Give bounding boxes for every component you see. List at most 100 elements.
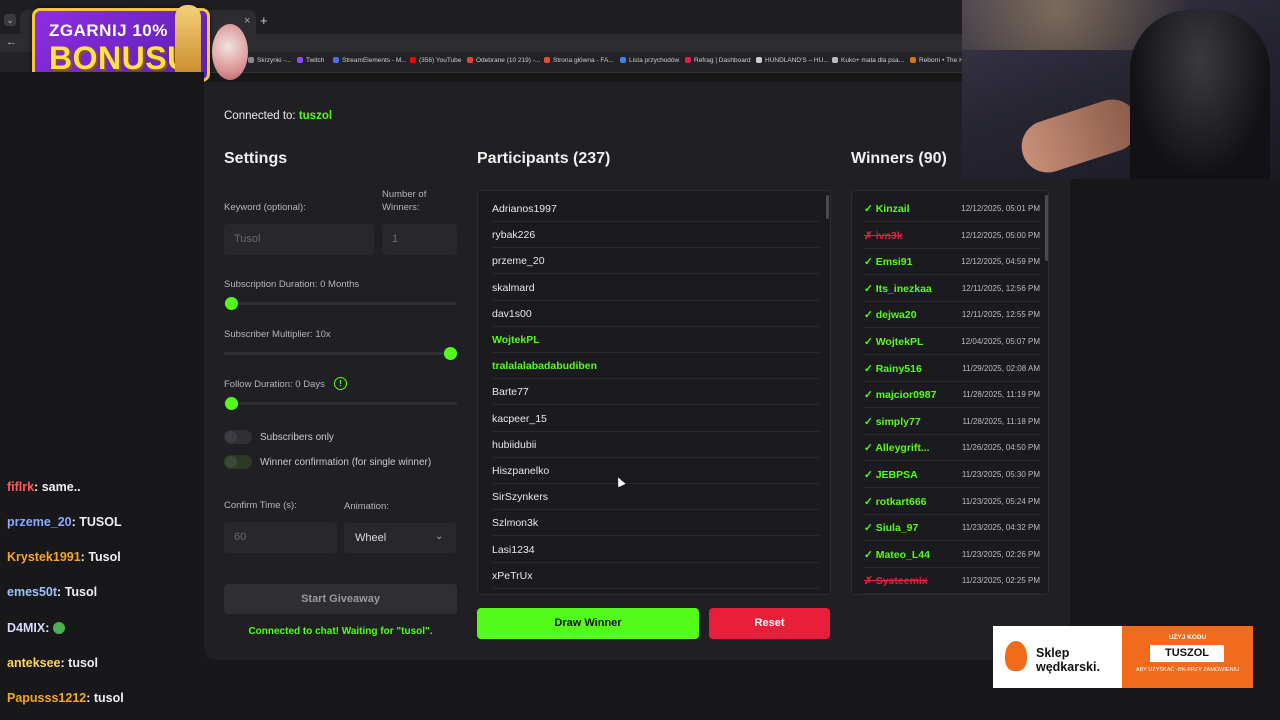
bookmark-item[interactable]: HUNDLAND'S – HU... [756,57,829,64]
winner-name: ✓ WojtekPL [864,336,924,348]
sub-duration-slider-handle[interactable] [225,297,238,310]
chat-username: Krystek1991 [7,550,81,564]
bookmark-item[interactable]: Reborn • The Ho [910,57,967,64]
participant-row: WojtekPL [492,327,819,353]
emote-icon [52,622,65,634]
sub-multiplier-slider[interactable] [224,352,457,355]
winner-row: ✓ simply77 11/28/2025, 11:18 PM [864,409,1040,435]
draw-winner-button[interactable]: Draw Winner [477,608,699,639]
bookmark-item[interactable]: Lista przychodów [620,57,679,64]
back-arrow-icon[interactable]: ← [6,36,17,48]
chat-text: Tusol [88,550,121,564]
participant-row: Barte77 [492,379,819,406]
chat-text: TUSOL [79,515,122,529]
winner-row: ✓ Its_inezkaa 12/11/2025, 12:56 PM [864,276,1040,302]
winner-date: 12/12/2025, 05:01 PM [961,204,1040,213]
winner-date: 11/28/2025, 11:19 PM [962,390,1040,400]
subscribers-only-toggle[interactable] [224,430,252,444]
confirm-time-input[interactable]: 60 [224,522,337,553]
winner-date: 12/11/2025, 12:55 PM [961,310,1040,320]
winner-name: ✓ Emsi91 [864,256,913,269]
chat-message: przeme_20: TUSOL [7,515,122,529]
keyword-input[interactable]: Tusol [224,224,374,255]
participants-scrollbar[interactable] [826,195,829,219]
winner-name: ✓ majcior0987 [864,389,937,402]
new-tab-icon[interactable]: + [260,13,268,28]
chat-status-text: Connected to chat! Waiting for "tusol". [248,626,433,637]
winner-row: ✓ rotkart666 11/23/2025, 05:24 PM [864,489,1040,515]
winner-name: ✓ Siula_97 [864,522,919,535]
winner-date: 11/26/2025, 04:50 PM [961,443,1040,453]
start-giveaway-button[interactable]: Start Giveaway [224,584,457,614]
chevron-down-icon: ⌄ [435,531,444,542]
chat-username: fiflrk [7,480,35,494]
chat-message: anteksee: tusol [7,656,98,670]
winner-row: ✓ JEBPSA 11/23/2025, 05:30 PM [864,462,1040,488]
winners-count-input[interactable]: 1 [382,224,457,255]
tab-close-icon[interactable]: × [244,15,250,27]
bookmark-item[interactable]: Odebrane (10 219) -... [467,57,540,64]
bookmark-icon [620,57,626,63]
toggle-knob [225,456,237,468]
participant-row: hubiidubii [492,432,819,458]
info-icon[interactable]: ! [334,377,347,390]
winners-scrollbar[interactable] [1045,195,1048,261]
chat-text: Tusol [64,585,98,599]
chat-separator: : [34,480,42,494]
subscribers-only-label: Subscribers only [260,432,334,443]
winners-title: Winners (90) [851,150,947,167]
winner-name: ✓ Mateo_L44 [864,548,930,561]
follow-duration-label: Follow Duration: 0 Days [224,379,325,390]
follow-duration-slider-handle[interactable] [225,397,238,410]
participant-row: Hiszpanelko [492,458,819,484]
chat-separator: : [45,621,53,635]
bookmark-item[interactable]: Skrzynki -... [248,57,291,64]
winner-confirmation-toggle[interactable] [224,455,252,469]
sponsor-name-line-2: wędkarski. [1036,660,1100,674]
bookmark-item[interactable]: Twitch [297,57,324,64]
participant-row: przeme_20 [492,248,819,275]
tab-search-icon[interactable]: ⌄ [4,14,16,26]
sponsor-name-line-1: Sklep [1036,646,1070,660]
sub-multiplier-slider-handle[interactable] [444,347,457,360]
bookmark-item[interactable]: Strona główna - FA... [544,57,614,64]
sub-duration-slider[interactable] [224,302,457,305]
winners-count-label-2: Winners: [382,202,420,213]
chat-username: D4MIX [7,621,46,635]
animation-label: Animation: [344,501,389,512]
winners-list[interactable]: ✓ Kinzail 12/12/2025, 05:01 PM ✗ ivn3k 12/1… [851,190,1049,595]
chat-text: tusol [93,691,124,705]
winner-name: ✓ dejwa20 [864,309,917,322]
winners-count-label-1: Number of [382,189,427,200]
chat-separator: : [60,656,69,670]
bookmark-item[interactable]: Refrag | Dashboard [685,57,751,64]
refrag-icon [685,57,691,63]
winner-row: ✗ ivn3k 12/12/2025, 05:00 PM [864,223,1040,249]
bookmark-item[interactable]: Kuko+ mata dla psa... [832,57,904,64]
participant-row: dav1s00 [492,301,819,327]
chat-username: przeme_20 [7,515,72,529]
webcam-streamer [1130,10,1270,179]
reset-button[interactable]: Reset [709,608,830,639]
bookmark-icon [910,57,916,63]
winner-date: 12/12/2025, 05:00 PM [961,230,1040,240]
participant-row: skalmard [492,275,819,301]
sub-multiplier-label: Subscriber Multiplier: 10x [224,329,331,340]
promo-code: TUSZOL [1150,645,1224,662]
connected-channel: tuszol [298,110,333,122]
twitch-icon [297,57,303,63]
winner-date: 12/12/2025, 04:59 PM [961,257,1040,267]
chat-message: Krystek1991: Tusol [7,550,121,564]
bookmark-item[interactable]: (356) YouTube [410,57,461,64]
participant-row: Lasi1234 [492,537,819,563]
winner-date: 11/23/2025, 04:32 PM [961,523,1040,533]
winner-row: ✗ Systeemix 11/23/2025, 02:25 PM [864,568,1040,594]
winner-name: ✓ Kinzail [864,203,910,215]
bookmark-item[interactable]: StreamElements - M... [333,57,407,64]
chat-message: fiflrk: same.. [7,480,81,494]
chat-message: Papusss1212: tusol [7,691,124,705]
participants-list[interactable]: Adrianos1997 rybak226 przeme_20 skalmard dav… [477,190,831,595]
follow-duration-slider[interactable] [224,402,457,405]
sub-duration-label: Subscription Duration: 0 Months [224,279,360,290]
toggle-knob [225,431,237,443]
